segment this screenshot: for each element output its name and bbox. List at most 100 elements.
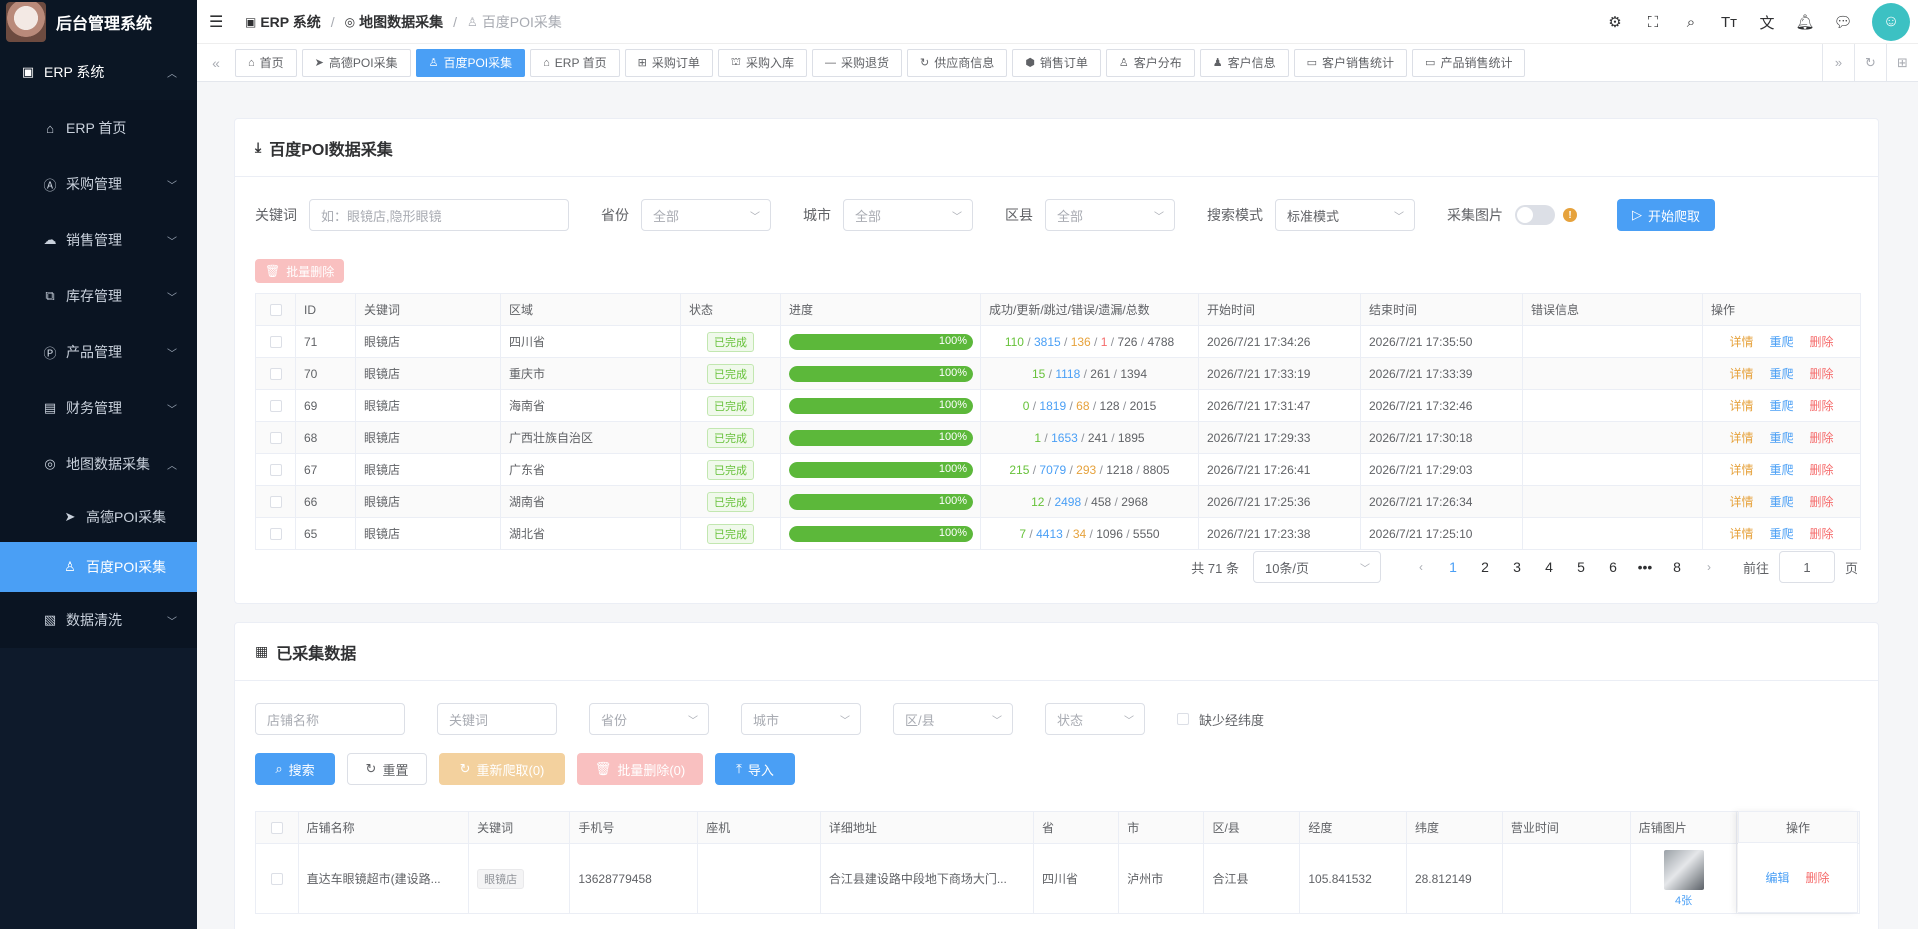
page-number[interactable]: 3	[1501, 559, 1533, 575]
tab-5[interactable]: ⛫ 采购入库	[717, 48, 807, 77]
detail-link[interactable]: 详情	[1729, 495, 1753, 509]
batch-delete-collected-button[interactable]: 🗑︎ 批量删除(0)	[577, 753, 703, 785]
detail-link[interactable]: 详情	[1729, 335, 1753, 349]
tabs-scroll-right-icon[interactable]: »	[1822, 44, 1854, 82]
gear-icon[interactable]: ⚙	[1596, 13, 1634, 31]
sidebar-item-3[interactable]: ☁ 销售管理 ﹀	[0, 212, 197, 268]
district-select[interactable]: 全部 ﹀	[1045, 199, 1175, 231]
detail-link[interactable]: 详情	[1729, 463, 1753, 477]
city-filter-select[interactable]: 城市 ﹀	[741, 703, 861, 735]
start-crawl-button[interactable]: ▷ 开始爬取	[1617, 199, 1716, 231]
import-button[interactable]: ⤒ 导入	[715, 753, 795, 785]
city-select[interactable]: 全部 ﹀	[843, 199, 973, 231]
recrawl-link[interactable]: 重爬	[1769, 527, 1793, 541]
user-avatar[interactable]: ☺	[1872, 3, 1910, 41]
message-icon[interactable]: 💬︎	[1824, 13, 1862, 31]
district-filter-select[interactable]: 区/县 ﹀	[893, 703, 1013, 735]
detail-link[interactable]: 详情	[1729, 367, 1753, 381]
prev-page-icon[interactable]: ‹	[1405, 560, 1437, 574]
recrawl-link[interactable]: 重爬	[1769, 463, 1793, 477]
tab-2[interactable]: ♙ 百度POI采集	[415, 48, 526, 77]
row-checkbox[interactable]	[255, 325, 296, 358]
detail-link[interactable]: 详情	[1729, 431, 1753, 445]
select-all-checkbox[interactable]	[255, 293, 296, 326]
delete-link[interactable]: 删除	[1810, 527, 1834, 541]
mode-select[interactable]: 标准模式 ﹀	[1275, 199, 1415, 231]
fullscreen-icon[interactable]: ⛶	[1634, 14, 1672, 31]
delete-link[interactable]: 删除	[1810, 463, 1834, 477]
recrawl-button[interactable]: ↻ 重新爬取(0)	[439, 753, 565, 785]
recrawl-link[interactable]: 重爬	[1769, 431, 1793, 445]
tab-9[interactable]: ♙ 客户分布	[1105, 48, 1195, 77]
tab-3[interactable]: ⌂ ERP 首页	[530, 48, 620, 77]
bell-icon[interactable]: 🔔︎	[1786, 13, 1824, 31]
tab-7[interactable]: ↻ 供应商信息	[906, 48, 1008, 77]
tab-10[interactable]: ♟ 客户信息	[1199, 48, 1289, 77]
shop-name-input[interactable]: 店铺名称	[255, 703, 405, 735]
more-pages-icon[interactable]: •••	[1629, 559, 1661, 575]
select-all-collected-checkbox[interactable]	[255, 811, 299, 844]
tabs-scroll-left-icon[interactable]: «	[197, 55, 235, 71]
font-size-icon[interactable]: Tт	[1710, 14, 1748, 31]
tab-8[interactable]: ⬢ 销售订单	[1012, 48, 1101, 77]
recrawl-link[interactable]: 重爬	[1769, 495, 1793, 509]
recrawl-link[interactable]: 重爬	[1769, 367, 1793, 381]
province-select[interactable]: 全部 ﹀	[641, 199, 771, 231]
sidebar-item-5[interactable]: Ⓟ 产品管理 ﹀	[0, 324, 197, 380]
row-checkbox[interactable]	[255, 389, 296, 422]
breadcrumb-item-map[interactable]: ◎ 地图数据采集	[345, 12, 443, 32]
keyword-input[interactable]: 如：眼镜店,隐形眼镜	[309, 199, 569, 231]
sidebar-item-10[interactable]: ▧ 数据清洗 ﹀	[0, 592, 197, 648]
missing-coords-checkbox[interactable]	[1177, 713, 1189, 725]
sidebar-item-7[interactable]: ◎ 地图数据采集 ︿	[0, 436, 197, 492]
next-page-icon[interactable]: ›	[1693, 560, 1725, 574]
page-number[interactable]: 5	[1565, 559, 1597, 575]
sidebar-item-2[interactable]: Ⓐ 采购管理 ﹀	[0, 156, 197, 212]
tabs-menu-icon[interactable]: ⊞	[1886, 44, 1918, 82]
row-checkbox[interactable]	[255, 517, 296, 550]
reset-button[interactable]: ↻ 重置	[347, 753, 427, 785]
status-filter-select[interactable]: 状态 ﹀	[1045, 703, 1145, 735]
search-icon[interactable]: ⌕	[1672, 14, 1710, 31]
page-size-select[interactable]: 10条/页 ﹀	[1252, 551, 1381, 583]
delete-link[interactable]: 删除	[1810, 399, 1834, 413]
image-count[interactable]: 4张	[1639, 892, 1729, 908]
sidebar-item-9[interactable]: ♙ 百度POI采集	[0, 542, 197, 592]
tab-12[interactable]: ▭ 产品销售统计	[1412, 48, 1526, 77]
refresh-icon[interactable]: ↻	[1854, 44, 1886, 82]
tab-4[interactable]: ⊞ 采购订单	[624, 48, 713, 77]
goto-page-input[interactable]: 1	[1778, 551, 1835, 583]
menu-toggle-icon[interactable]: ☰	[209, 12, 229, 32]
page-number[interactable]: 6	[1597, 559, 1629, 575]
search-button[interactable]: ⌕ 搜索	[255, 753, 335, 785]
image-switch[interactable]	[1515, 205, 1555, 225]
tab-1[interactable]: ➤ 高德POI采集	[301, 48, 411, 77]
shop-image-thumbnail[interactable]	[1663, 849, 1704, 890]
translate-icon[interactable]: 文	[1748, 12, 1786, 33]
row-checkbox[interactable]	[255, 453, 296, 486]
row-checkbox[interactable]	[255, 421, 296, 454]
tab-0[interactable]: ⌂ 首页	[235, 48, 297, 77]
detail-link[interactable]: 详情	[1729, 527, 1753, 541]
delete-link[interactable]: 删除	[1810, 367, 1834, 381]
delete-link[interactable]: 删除	[1810, 495, 1834, 509]
sidebar-item-1[interactable]: ⌂ ERP 首页	[0, 100, 197, 156]
keyword-filter-input[interactable]: 关键词	[437, 703, 557, 735]
row-checkbox[interactable]	[255, 843, 299, 914]
breadcrumb-item-erp[interactable]: ▣ ERP 系统	[245, 12, 321, 32]
sidebar-item-0[interactable]: ▣ ERP 系统 ︿	[0, 44, 197, 100]
sidebar-item-6[interactable]: ▤ 财务管理 ﹀	[0, 380, 197, 436]
recrawl-link[interactable]: 重爬	[1769, 335, 1793, 349]
sidebar-item-4[interactable]: ⧉ 库存管理 ﹀	[0, 268, 197, 324]
page-number[interactable]: 8	[1661, 559, 1693, 575]
tab-11[interactable]: ▭ 客户销售统计	[1293, 48, 1408, 77]
delete-link[interactable]: 删除	[1810, 335, 1834, 349]
row-checkbox[interactable]	[255, 485, 296, 518]
page-number[interactable]: 2	[1469, 559, 1501, 575]
row-checkbox[interactable]	[255, 357, 296, 390]
batch-delete-button[interactable]: 🗑︎ 批量删除	[255, 259, 345, 283]
edit-link[interactable]: 编辑	[1765, 869, 1789, 886]
tab-6[interactable]: — 采购退货	[811, 48, 902, 77]
recrawl-link[interactable]: 重爬	[1769, 399, 1793, 413]
sidebar-item-8[interactable]: ➤ 高德POI采集	[0, 492, 197, 542]
